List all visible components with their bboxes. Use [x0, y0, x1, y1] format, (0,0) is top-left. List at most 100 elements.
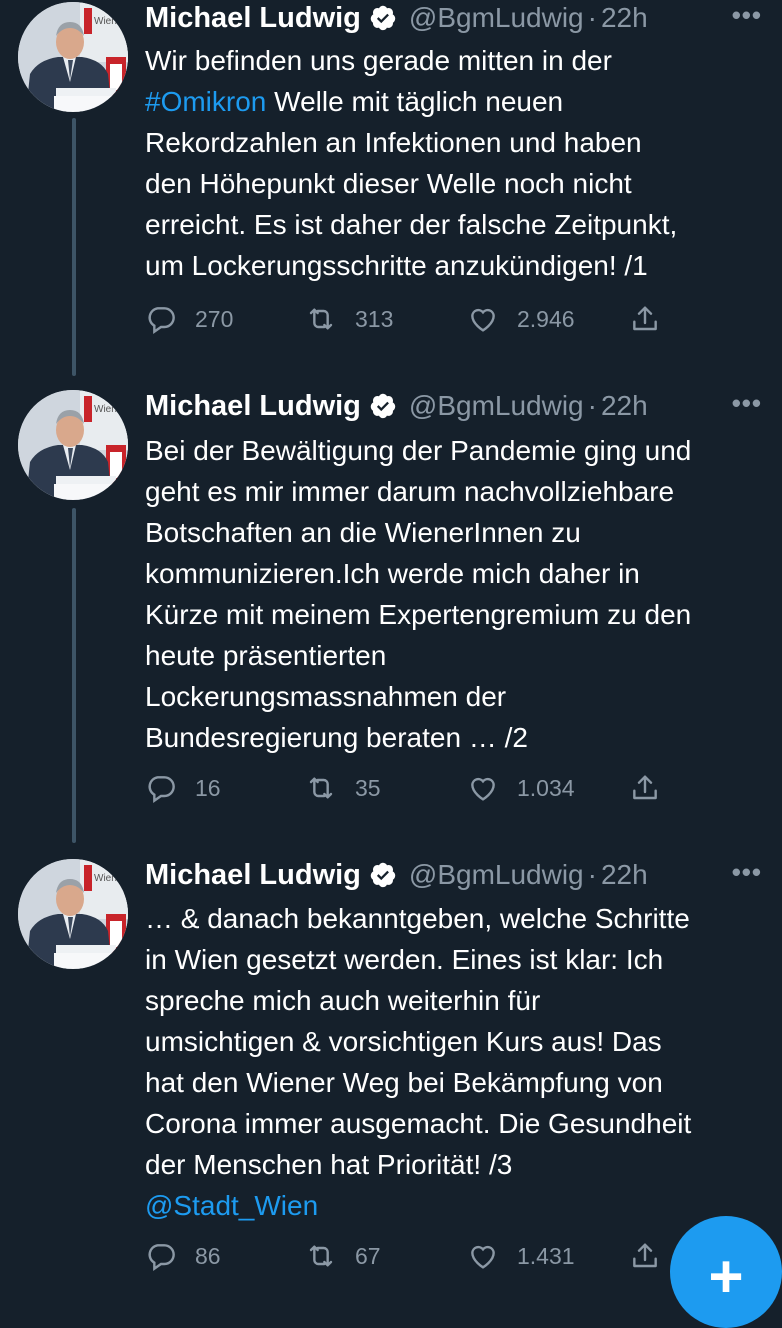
share-button[interactable] [629, 1240, 661, 1272]
share-icon [629, 772, 661, 804]
avatar-photo: Wien [18, 859, 128, 969]
reply-count: 86 [195, 1242, 221, 1269]
text-segment: Lockerungsmassnahmen der [145, 681, 507, 712]
author-handle[interactable]: @BgmLudwig [409, 390, 584, 422]
more-options-icon[interactable]: ••• [732, 0, 762, 31]
text-segment: kommunizieren.Ich werde mich daher in [145, 558, 640, 589]
avatar[interactable]: Wien [18, 390, 128, 500]
tweet-text-line: Corona immer ausgemacht. Die Gesundheit [145, 1103, 770, 1144]
text-segment: Bei der Bewältigung der Pandemie ging un… [145, 435, 692, 466]
text-segment: Rekordzahlen an Infektionen und haben [145, 127, 642, 158]
tweet-text-line: spreche mich auch weiterhin für [145, 980, 770, 1021]
tweet-text-line: Rekordzahlen an Infektionen und haben [145, 122, 770, 163]
separator-dot: · [587, 859, 597, 890]
like-button[interactable]: 1.431 [467, 1240, 575, 1272]
share-icon [629, 303, 661, 335]
timestamp[interactable]: 22h [601, 2, 648, 34]
share-button[interactable] [629, 772, 661, 804]
retweet-button[interactable]: 35 [305, 772, 381, 804]
avatar-sign-text: Wien [94, 404, 117, 415]
retweet-count: 67 [355, 1242, 381, 1269]
tweet-text-line: Kürze mit meinem Expertengremium zu den [145, 594, 770, 635]
mention-link[interactable]: @Stadt_Wien [145, 1190, 318, 1221]
tweet-text-line: Bei der Bewältigung der Pandemie ging un… [145, 430, 770, 471]
like-count: 1.431 [517, 1242, 575, 1269]
separator-dot: · [587, 2, 597, 33]
reply-button[interactable]: 86 [145, 1240, 221, 1272]
text-segment: um Lockerungsschritte anzukündigen! /1 [145, 250, 648, 281]
tweet-text-line: um Lockerungsschritte anzukündigen! /1 [145, 245, 770, 286]
author-handle[interactable]: @BgmLudwig [409, 859, 584, 891]
more-options-icon[interactable]: ••• [732, 388, 762, 419]
like-button[interactable]: 2.946 [467, 303, 575, 335]
text-segment: erreicht. Es ist daher der falsche Zeitp… [145, 209, 678, 240]
reply-count: 270 [195, 305, 234, 332]
text-segment: Bundesregierung beraten … /2 [145, 722, 528, 753]
compose-tweet-button[interactable]: + [670, 1216, 782, 1328]
tweet-text: … & danach bekanntgeben, welche Schritte… [145, 898, 770, 1226]
tweet-text-line: kommunizieren.Ich werde mich daher in [145, 553, 770, 594]
text-segment: … & danach bekanntgeben, welche Schritte [145, 903, 690, 934]
text-segment: spreche mich auch weiterhin für [145, 985, 541, 1016]
thread-line [72, 118, 76, 376]
tweet-text-line: Bundesregierung beraten … /2 [145, 717, 770, 758]
tweet-text-line: @Stadt_Wien [145, 1185, 770, 1226]
like-count: 2.946 [517, 305, 575, 332]
avatar[interactable]: Wien [18, 2, 128, 112]
tweet-text: Bei der Bewältigung der Pandemie ging un… [145, 430, 770, 758]
retweet-icon [305, 772, 337, 804]
author-handle[interactable]: @BgmLudwig [409, 2, 584, 34]
avatar-photo: Wien [18, 2, 128, 112]
text-segment: Corona immer ausgemacht. Die Gesundheit [145, 1108, 692, 1139]
tweet-header: Michael Ludwig @BgmLudwig · 22h [145, 388, 765, 424]
retweet-button[interactable]: 67 [305, 1240, 381, 1272]
plus-icon: + [708, 1243, 744, 1310]
hashtag-link[interactable]: #Omikron [145, 86, 266, 117]
avatar[interactable]: Wien [18, 859, 128, 969]
tweet-text-line: Lockerungsmassnahmen der [145, 676, 770, 717]
like-button[interactable]: 1.034 [467, 772, 575, 804]
reply-count: 16 [195, 774, 221, 801]
tweet-text-line: #Omikron Welle mit täglich neuen [145, 81, 770, 122]
tweet-text-line: den Höhepunkt dieser Welle noch nicht [145, 163, 770, 204]
reply-icon [145, 1240, 177, 1272]
tweet-text-line: heute präsentierten [145, 635, 770, 676]
reply-icon [145, 303, 177, 335]
text-segment: Wir befinden uns gerade mitten in der [145, 45, 612, 76]
retweet-button[interactable]: 313 [305, 303, 393, 335]
tweet-text-line: in Wien gesetzt werden. Eines ist klar: … [145, 939, 770, 980]
text-segment: den Höhepunkt dieser Welle noch nicht [145, 168, 632, 199]
tweet-header: Michael Ludwig @BgmLudwig · 22h [145, 857, 765, 893]
share-button[interactable] [629, 303, 661, 335]
author-name[interactable]: Michael Ludwig [145, 390, 361, 423]
retweet-count: 313 [355, 305, 394, 332]
verified-badge-icon [369, 392, 397, 420]
tweet-text-line: hat den Wiener Weg bei Bekämpfung von [145, 1062, 770, 1103]
author-name[interactable]: Michael Ludwig [145, 2, 361, 35]
more-options-icon[interactable]: ••• [732, 857, 762, 888]
author-name[interactable]: Michael Ludwig [145, 859, 361, 892]
tweet-text-line: … & danach bekanntgeben, welche Schritte [145, 898, 770, 939]
text-segment: in Wien gesetzt werden. Eines ist klar: … [145, 944, 664, 975]
reply-button[interactable]: 270 [145, 303, 233, 335]
timestamp[interactable]: 22h [601, 859, 648, 891]
text-segment: Kürze mit meinem Expertengremium zu den [145, 599, 692, 630]
avatar-photo: Wien [18, 390, 128, 500]
timestamp[interactable]: 22h [601, 390, 648, 422]
text-segment: heute präsentierten [145, 640, 387, 671]
tweet-text-line: erreicht. Es ist daher der falsche Zeitp… [145, 204, 770, 245]
like-count: 1.034 [517, 774, 575, 801]
avatar-sign-text: Wien [94, 16, 117, 27]
text-segment: hat den Wiener Weg bei Bekämpfung von [145, 1067, 663, 1098]
reply-button[interactable]: 16 [145, 772, 221, 804]
thread-line [72, 508, 76, 843]
verified-badge-icon [369, 861, 397, 889]
tweet-header: Michael Ludwig @BgmLudwig · 22h [145, 0, 765, 36]
tweet-text-line: Wir befinden uns gerade mitten in der [145, 40, 770, 81]
text-segment: Welle mit täglich neuen [266, 86, 564, 117]
tweet-text-line: der Menschen hat Priorität! /3 [145, 1144, 770, 1185]
tweet-actions: 16 35 1.034 [145, 772, 665, 812]
retweet-icon [305, 303, 337, 335]
tweet-actions: 86 67 1.431 [145, 1240, 665, 1280]
like-icon [467, 303, 499, 335]
